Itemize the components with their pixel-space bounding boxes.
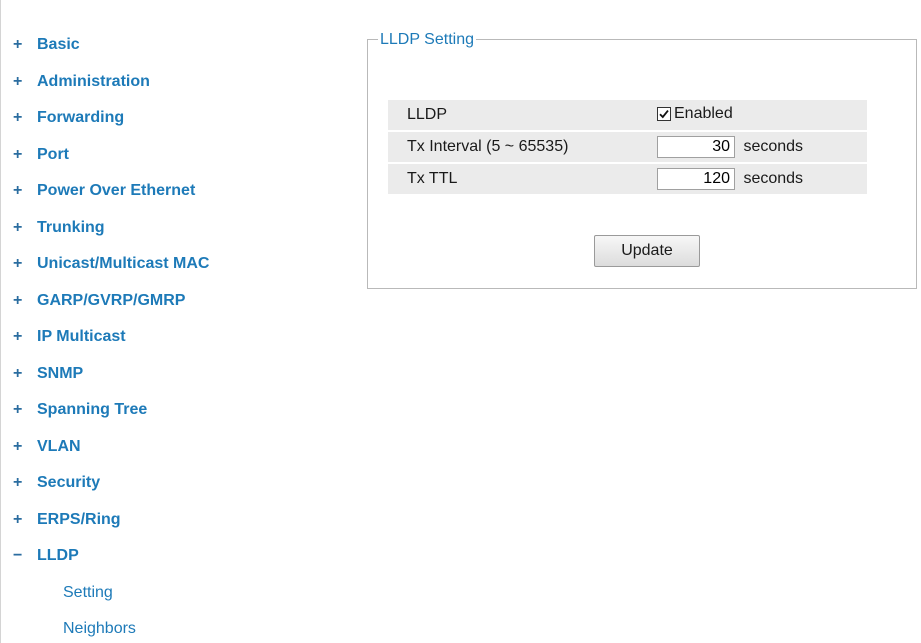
table-row: Tx TTL seconds: [388, 164, 867, 194]
lldp-value-cell: Enabled: [657, 100, 867, 130]
tx-ttl-label: Tx TTL: [388, 164, 657, 194]
checkmark-icon[interactable]: [657, 107, 671, 121]
sidebar-item-basic[interactable]: + Basic: [1, 27, 209, 64]
plus-icon: +: [13, 36, 23, 54]
sidebar-item-erps-ring[interactable]: + ERPS/Ring: [1, 502, 209, 539]
page: + Basic + Administration + Forwarding + …: [0, 0, 921, 643]
settings-table: LLDP Enabled Tx Interval (5 ~ 65535) 30 …: [388, 98, 867, 196]
sidebar-item-label: LLDP: [37, 547, 79, 565]
sidebar-item-label: IP Multicast: [37, 328, 126, 346]
plus-icon: +: [13, 72, 23, 90]
tx-interval-label: Tx Interval (5 ~ 65535): [388, 132, 657, 162]
sidebar-item-spanning-tree[interactable]: + Spanning Tree: [1, 392, 209, 429]
nav-list: + Basic + Administration + Forwarding + …: [1, 27, 209, 643]
sidebar-nav: + Basic + Administration + Forwarding + …: [0, 0, 355, 643]
sidebar-subitem-setting[interactable]: Setting: [1, 575, 209, 612]
sidebar-item-unicast-multicast-mac[interactable]: + Unicast/Multicast MAC: [1, 246, 209, 283]
sidebar-item-label: Administration: [37, 72, 150, 90]
tx-interval-value-cell: seconds: [657, 132, 867, 162]
sidebar-item-label: Spanning Tree: [37, 401, 148, 419]
sidebar-item-administration[interactable]: + Administration: [1, 64, 209, 101]
sidebar-item-label: Port: [37, 145, 69, 163]
tx-interval-unit: seconds: [743, 138, 804, 156]
plus-icon: +: [13, 437, 23, 455]
lldp-setting-panel: LLDP Setting LLDP Enabled Tx Interval (5…: [367, 30, 917, 289]
sidebar-item-port[interactable]: + Port: [1, 137, 209, 174]
plus-icon: +: [13, 182, 23, 200]
sidebar-item-label: Basic: [37, 36, 80, 54]
plus-icon: +: [13, 328, 23, 346]
table-row: LLDP Enabled: [388, 100, 867, 130]
tx-ttl-unit: seconds: [743, 170, 804, 188]
plus-icon: +: [13, 364, 23, 382]
sidebar-item-forwarding[interactable]: + Forwarding: [1, 100, 209, 137]
sidebar-item-trunking[interactable]: + Trunking: [1, 210, 209, 247]
sidebar-item-label: Power Over Ethernet: [37, 182, 196, 200]
sidebar-item-label: VLAN: [37, 437, 81, 455]
sidebar-item-label: SNMP: [37, 364, 84, 382]
plus-icon: +: [13, 145, 23, 163]
sidebar-item-label: Security: [37, 474, 101, 492]
panel-legend: LLDP Setting: [378, 30, 476, 50]
sidebar-item-label: Unicast/Multicast MAC: [37, 255, 210, 273]
sidebar-item-label: Trunking: [37, 218, 105, 236]
tx-ttl-input[interactable]: [657, 168, 735, 190]
sidebar-subitem-neighbors[interactable]: Neighbors: [1, 611, 209, 643]
lldp-label: LLDP: [388, 100, 657, 130]
sidebar-item-ip-multicast[interactable]: + IP Multicast: [1, 319, 209, 356]
sidebar-item-power-over-ethernet[interactable]: + Power Over Ethernet: [1, 173, 209, 210]
enabled-label: Enabled: [674, 105, 733, 122]
plus-icon: +: [13, 109, 23, 127]
sidebar-item-lldp[interactable]: − LLDP: [1, 538, 209, 575]
sidebar-item-vlan[interactable]: + VLAN: [1, 429, 209, 466]
tx-interval-input[interactable]: [657, 136, 735, 158]
sidebar-item-label: Forwarding: [37, 109, 125, 127]
sidebar-item-security[interactable]: + Security: [1, 465, 209, 502]
lldp-enabled-checkbox[interactable]: Enabled: [657, 105, 733, 123]
plus-icon: +: [13, 510, 23, 528]
plus-icon: +: [13, 255, 23, 273]
sidebar-item-garp-gvrp-gmrp[interactable]: + GARP/GVRP/GMRP: [1, 283, 209, 320]
update-button[interactable]: Update: [594, 235, 700, 267]
minus-icon: −: [13, 547, 23, 565]
sidebar-item-label: ERPS/Ring: [37, 510, 121, 528]
sidebar-item-label: GARP/GVRP/GMRP: [37, 291, 186, 309]
sidebar-item-snmp[interactable]: + SNMP: [1, 356, 209, 393]
plus-icon: +: [13, 401, 23, 419]
plus-icon: +: [13, 291, 23, 309]
tx-ttl-value-cell: seconds: [657, 164, 867, 194]
table-row: Tx Interval (5 ~ 65535) seconds: [388, 132, 867, 162]
plus-icon: +: [13, 218, 23, 236]
plus-icon: +: [13, 474, 23, 492]
